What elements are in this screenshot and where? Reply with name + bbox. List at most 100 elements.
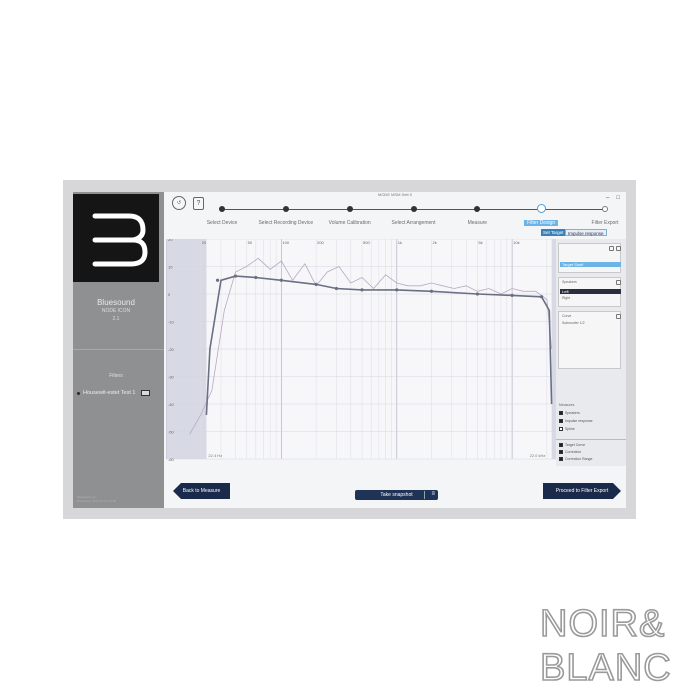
filter-item[interactable]: Housewit-estet Test 1 — [77, 388, 159, 398]
step-filter-design-dot[interactable] — [536, 204, 546, 213]
main-area: MODE MSM Sett 0 – □ ↺ ? Select Device Sel… — [164, 192, 626, 508]
device-model: NODE ICON — [101, 308, 131, 314]
speaker-box-label: Speakers — [562, 280, 577, 284]
check-label: Impulse response — [565, 419, 593, 423]
x-tick-label: 10k — [513, 240, 519, 245]
y-tick-label: 20 — [168, 239, 173, 242]
step-volume-calibration-label[interactable]: Volume Calibration — [329, 220, 371, 226]
screenshot-frame: Bluesound NODE ICON 2.1 Filters Housewit… — [63, 180, 636, 519]
check-label: Target Curve — [565, 443, 586, 447]
target-node — [233, 274, 238, 278]
y-tick-label: -10 — [168, 320, 175, 325]
check-label: Spline — [565, 427, 575, 431]
frequency-response-chart[interactable]: 20 10 0 -10 -20 -30 -40 -50 -60 20 50 100 200 500 1k 2k… — [166, 239, 556, 466]
logo-line-1: NOIR& — [540, 603, 665, 645]
target-box: Target Shelf — [558, 243, 621, 273]
window-title: MODE MSM Sett 0 — [377, 192, 412, 197]
take-snapshot-button[interactable]: Take snapshot ≡ — [355, 490, 438, 500]
step-measure-dot[interactable] — [474, 206, 481, 212]
step-filter-export-dot[interactable] — [602, 206, 608, 212]
check-row[interactable]: Spline — [559, 427, 575, 431]
measures-heading: Measures — [559, 403, 575, 407]
curve-value[interactable]: Subwoofer 1/2 — [562, 321, 585, 325]
brand-name: Bluesound — [97, 298, 135, 307]
brand-logo — [73, 194, 159, 282]
checkbox[interactable] — [559, 411, 563, 415]
target-node — [334, 286, 339, 291]
step-select-device-label[interactable]: Select Device — [207, 220, 238, 226]
sidebar-footer: Measurement: Date/Time: 2023-01-01 00:00 — [77, 495, 117, 503]
maximize-icon[interactable]: □ — [616, 195, 620, 201]
speaker-option-left[interactable]: Left — [560, 289, 621, 294]
step-select-arrangement-label[interactable]: Select Arrangement — [392, 220, 436, 226]
check-row[interactable]: Target Curve — [559, 443, 585, 447]
y-tick-label: -20 — [168, 347, 175, 352]
undo-button[interactable]: ↺ — [172, 196, 186, 210]
target-node — [539, 295, 544, 299]
curve-box: Curve Subwoofer 1/2 — [558, 311, 621, 369]
tab-set-target[interactable]: Set Target — [541, 229, 566, 236]
x-tick-label: 500 — [363, 240, 370, 245]
speaker-box: Speakers Left Right — [558, 277, 621, 307]
checkbox[interactable] — [559, 443, 563, 447]
minimize-icon[interactable]: – — [606, 195, 609, 201]
step-select-recording-device-label[interactable]: Select Recording Device — [258, 220, 313, 226]
chart-svg[interactable]: 20100-10-20-30-40-50-6020 50 100 200 500 1k 2k… — [166, 239, 556, 466]
sidebar: Bluesound NODE ICON 2.1 Filters Housewit… — [73, 192, 164, 508]
step-volume-calibration-dot[interactable] — [346, 206, 353, 212]
settings-icon[interactable] — [616, 314, 621, 319]
y-tick-label: -30 — [168, 375, 175, 380]
x-tick-label: 200 — [317, 240, 324, 245]
range-label-low: 22.4 Hz — [208, 453, 222, 458]
checkbox[interactable] — [559, 450, 563, 454]
step-select-arrangement-dot[interactable] — [410, 206, 417, 212]
check-row[interactable]: Correction Range — [559, 457, 592, 461]
filter-badge[interactable] — [141, 390, 151, 396]
sidebar-divider — [73, 349, 164, 350]
checkbox[interactable] — [559, 419, 563, 423]
checkbox[interactable] — [559, 457, 563, 461]
step-filter-export-label[interactable]: Filter Export — [592, 220, 619, 226]
tab-impulse-response[interactable]: Impulse response — [565, 229, 607, 236]
panel-divider — [556, 439, 626, 440]
target-node — [429, 289, 434, 293]
proceed-to-filter-export-button[interactable]: Proceed to Filter Export — [543, 483, 621, 499]
device-version: 2.1 — [112, 316, 120, 322]
bottom-bar: Back to Measure Take snapshot ≡ Proceed … — [164, 466, 626, 508]
settings-icon[interactable] — [616, 280, 621, 285]
step-filter-design-label[interactable]: Filter Design — [524, 220, 559, 226]
logo-line-2: BLANC — [540, 647, 672, 686]
filter-item-label: Housewit-estet Test 1 — [83, 390, 136, 396]
check-label: Correction Range — [565, 457, 593, 461]
range-label-high: 22.0 kHz — [530, 453, 546, 458]
y-tick-label: -40 — [168, 402, 175, 407]
snapshot-menu-icon[interactable]: ≡ — [431, 491, 435, 497]
step-select-recording-device-dot[interactable] — [282, 206, 289, 212]
checkbox[interactable] — [559, 427, 563, 431]
back-to-measure-button[interactable]: Back to Measure — [173, 483, 230, 499]
x-tick-label: 20 — [202, 240, 207, 245]
edit-icon[interactable] — [609, 246, 614, 251]
y-tick-label: -60 — [168, 457, 175, 462]
check-label: Speakers — [565, 411, 580, 415]
target-select[interactable]: Target Shelf — [560, 262, 621, 267]
help-button[interactable]: ? — [193, 197, 204, 210]
step-measure-label[interactable]: Measure — [468, 220, 487, 226]
copy-icon[interactable] — [616, 246, 621, 251]
noir-blanc-logo: NOIR& BLANC — [539, 602, 672, 686]
filters-heading: Filters — [109, 373, 123, 379]
x-tick-label: 1k — [398, 240, 402, 245]
check-row[interactable]: Impulse response — [559, 419, 593, 423]
snapshot-label: Take snapshot — [380, 492, 413, 498]
target-node — [510, 293, 514, 297]
check-row[interactable]: Speakers — [559, 411, 580, 415]
speaker-option-right[interactable]: Right — [562, 296, 570, 300]
check-label: Correction — [565, 450, 582, 454]
check-row[interactable]: Correction — [559, 450, 581, 454]
y-tick-label: -50 — [168, 430, 175, 435]
right-panel: Target Shelf Speakers Left Right Curve S… — [556, 239, 626, 466]
target-node — [254, 275, 258, 280]
footer-line: Date/Time: 2023-01-01 00:00 — [77, 498, 117, 503]
step-select-device-dot[interactable] — [219, 206, 225, 212]
x-tick-label: 5k — [478, 240, 482, 245]
